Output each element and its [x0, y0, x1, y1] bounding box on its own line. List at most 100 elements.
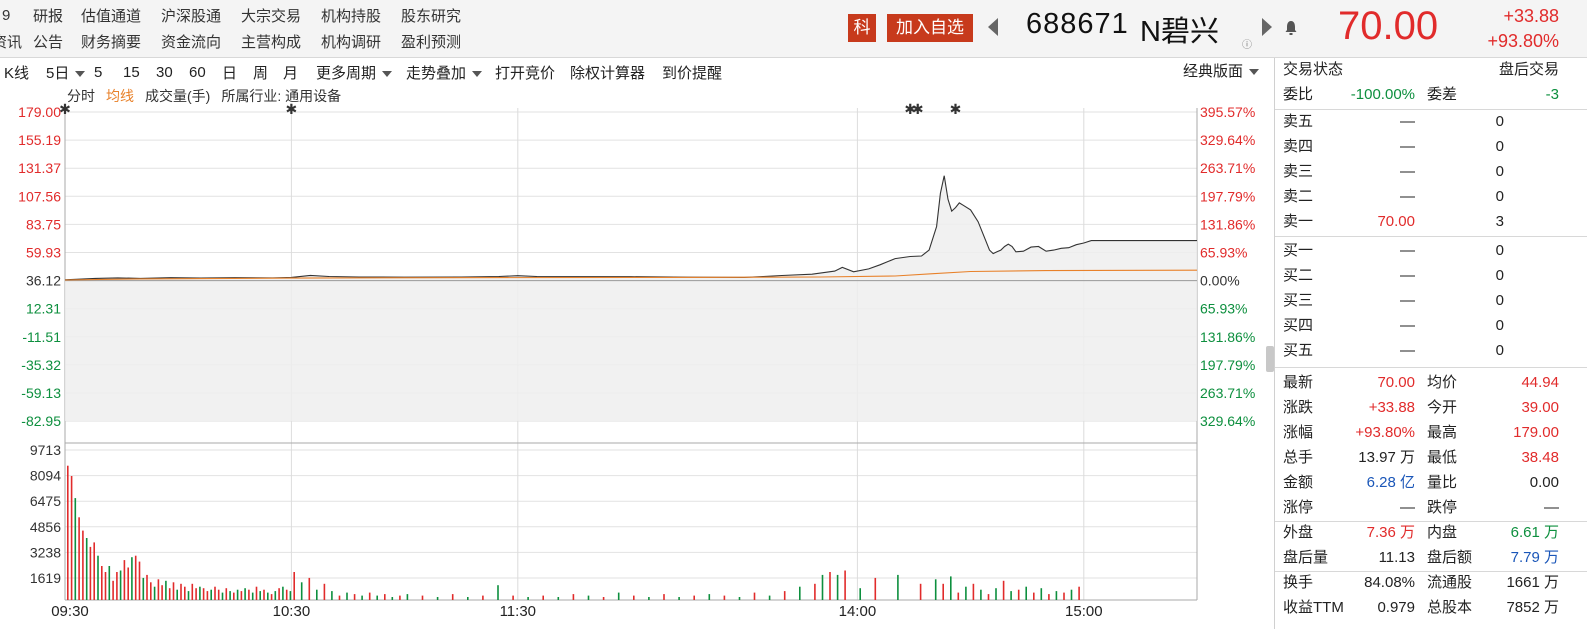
next-stock-icon[interactable]	[1262, 18, 1272, 36]
nav-item-news[interactable]: 资讯	[0, 31, 33, 52]
stat-label: 今开	[1427, 399, 1458, 416]
volume-bar	[74, 498, 77, 600]
overlay-label: 走势叠加	[406, 64, 467, 82]
volume-bar	[267, 592, 269, 600]
volume-bar	[221, 592, 224, 600]
more-periods-select[interactable]: 更多周期	[316, 62, 406, 83]
nav-item-capital-flow[interactable]: 资金流向	[161, 31, 241, 52]
stat-label: 换手	[1283, 574, 1314, 591]
nav-item-cut[interactable]: 9	[0, 7, 33, 24]
volume-bar	[995, 588, 997, 600]
nav-item-inst-survey[interactable]: 机构调研	[321, 31, 401, 52]
volume-bar	[1033, 592, 1035, 600]
volume-bar	[391, 597, 394, 600]
open-auction-button[interactable]: 打开竞价	[495, 62, 570, 83]
panel-splitter-handle[interactable]	[1266, 346, 1274, 372]
volume-tick-label: 9713	[30, 442, 61, 458]
nav-item-financials[interactable]: 财务摘要	[81, 31, 161, 52]
order-ratio-row: 委比 -100.00% 委差 -3	[1275, 83, 1587, 107]
stat-value: 7.36 万	[1366, 524, 1415, 541]
period-60min[interactable]: 60	[189, 64, 222, 81]
stat-value: 11.13	[1378, 549, 1415, 566]
add-watchlist-button[interactable]: 加入自选	[887, 14, 973, 42]
nav-item-forecast[interactable]: 盈利预测	[401, 31, 481, 52]
bell-icon[interactable]	[1284, 20, 1298, 36]
stat-value: 0.00	[1529, 474, 1559, 491]
volume-bar	[368, 592, 371, 600]
stat-label: 涨跌	[1283, 399, 1314, 416]
period-15min[interactable]: 15	[123, 64, 156, 81]
layout-select[interactable]: 经典版面	[1183, 60, 1260, 84]
bid-level-row: 买二 — 0	[1275, 264, 1587, 288]
stock-code: 688671	[1026, 8, 1129, 40]
period-30min[interactable]: 30	[156, 64, 189, 81]
nav-item-valuation[interactable]: 估值通道	[81, 5, 161, 26]
ex-rights-calculator-button[interactable]: 除权计算器	[570, 62, 662, 83]
info-icon[interactable]: ⓘ	[1242, 36, 1252, 51]
bid-level-label: 买一	[1283, 242, 1314, 259]
volume-bar	[897, 574, 899, 600]
quote-stat-row: 最新 70.00 均价 44.94	[1275, 371, 1587, 395]
nav-item-research[interactable]: 研报	[33, 5, 81, 26]
volume-bar	[184, 586, 186, 600]
period-month[interactable]: 月	[283, 62, 316, 83]
stat-label: 涨停	[1283, 499, 1314, 516]
nav-item-announce[interactable]: 公告	[33, 31, 81, 52]
volume-bar	[244, 588, 246, 600]
ask-level-row: 卖三 — 0	[1275, 160, 1587, 184]
volume-bar	[678, 597, 680, 600]
bid-volume: 0	[1495, 317, 1504, 334]
tab-kline[interactable]: K线	[4, 62, 46, 83]
volume-bar	[191, 583, 194, 600]
bid-price: —	[1400, 342, 1415, 359]
stat-label: 收益TTM	[1283, 599, 1344, 616]
period-5min[interactable]: 5	[94, 64, 123, 81]
volume-bar	[693, 595, 695, 600]
period-day[interactable]: 日	[222, 62, 253, 83]
nav-item-shareholder[interactable]: 股东研究	[401, 5, 481, 26]
stat-value: +33.88	[1368, 399, 1415, 416]
period-5day-select[interactable]: 5日	[46, 62, 94, 83]
time-axis-label: 09:30	[51, 603, 89, 620]
volume-bar	[980, 589, 982, 600]
nav-item-block-trade[interactable]: 大宗交易	[241, 5, 321, 26]
volume-bar	[406, 594, 409, 600]
price-tick-label: -35.32	[21, 357, 61, 373]
volume-bar	[259, 591, 261, 600]
quote-stat-row: 金额 6.28 亿量比 0.00	[1275, 471, 1587, 495]
quote-stat-row: 盘后量 11.13 盘后额 7.79 万	[1275, 546, 1587, 570]
volume-tick-label: 1619	[30, 570, 61, 586]
volume-bar	[1078, 586, 1080, 600]
volume-bar	[1040, 588, 1043, 600]
period-week[interactable]: 周	[253, 62, 283, 83]
volume-bar	[753, 592, 756, 600]
overlay-select[interactable]: 走势叠加	[406, 62, 495, 83]
intraday-chart[interactable]: 179.00 395.57% 155.19 329.64% 131.37 263.71% 1…	[0, 100, 1268, 629]
price-alert-button[interactable]: 到价提醒	[662, 62, 732, 83]
stat-value: 7.79 万	[1510, 549, 1559, 566]
volume-bar	[1010, 591, 1012, 600]
nav-item-inst-holding[interactable]: 机构持股	[321, 5, 401, 26]
volume-bar	[1063, 592, 1065, 600]
bid-price: —	[1400, 267, 1415, 284]
volume-bar	[708, 594, 711, 600]
stock-name: N碧兴	[1140, 16, 1219, 48]
nav-item-business[interactable]: 主营构成	[241, 31, 321, 52]
volume-bar	[353, 594, 356, 600]
volume-bar	[285, 589, 288, 600]
bid-level-row: 买四 — 0	[1275, 314, 1587, 338]
volume-bar	[799, 586, 801, 600]
ask-level-label: 卖五	[1283, 113, 1314, 130]
quote-stat-row: 涨停 — 跌停 —	[1275, 496, 1587, 520]
volume-bar	[331, 591, 333, 600]
volume-bar	[874, 577, 877, 600]
volume-bar	[950, 576, 952, 600]
stat-label: 均价	[1427, 374, 1458, 391]
prev-stock-icon[interactable]	[988, 18, 998, 36]
volume-bar	[78, 517, 80, 600]
stat-value: 39.00	[1521, 399, 1559, 416]
nav-item-stock-connect[interactable]: 沪深股通	[161, 5, 241, 26]
volume-bar	[1002, 580, 1005, 600]
chevron-down-icon	[382, 70, 393, 77]
percent-tick-label: 131.86%	[1200, 216, 1255, 232]
